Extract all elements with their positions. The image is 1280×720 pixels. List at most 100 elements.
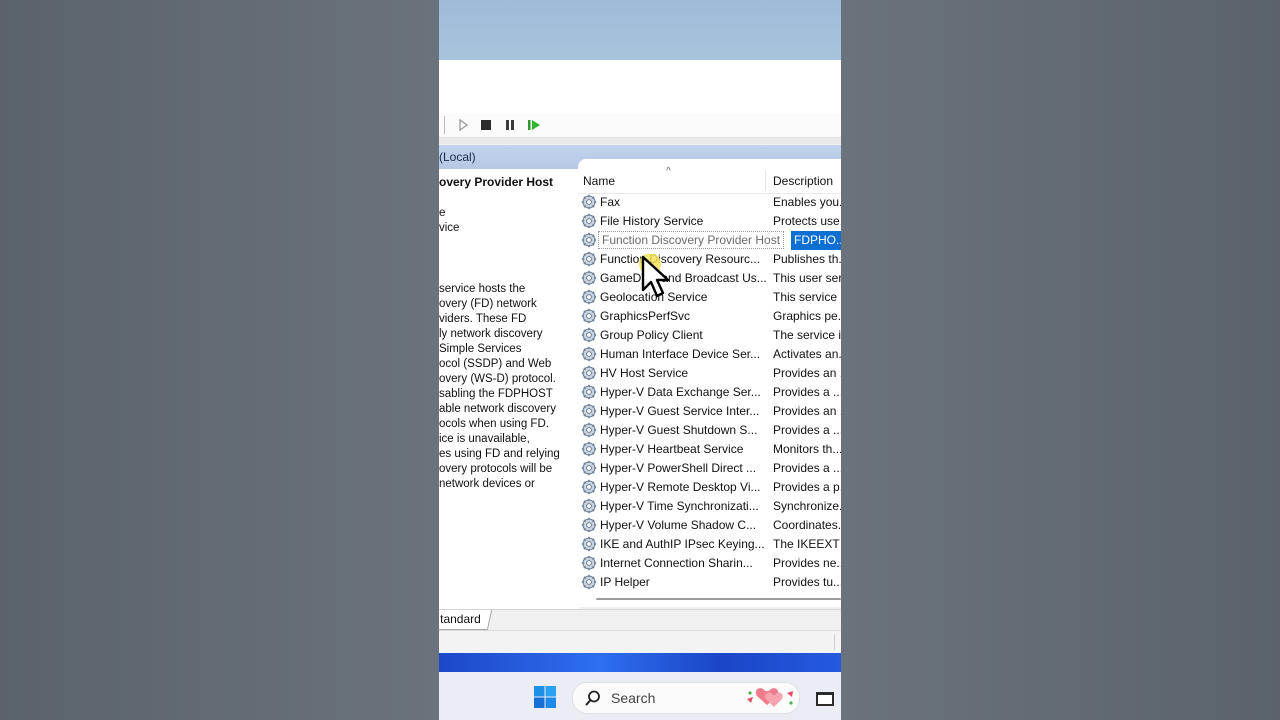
- horizontal-scrollbar[interactable]: [596, 598, 841, 602]
- service-row[interactable]: GameDVR and Broadcast Us... This user ser…: [578, 269, 841, 288]
- tab-standard[interactable]: tandard: [439, 610, 492, 630]
- service-row[interactable]: GraphicsPerfSvc Graphics pe...: [578, 307, 841, 326]
- service-gear-icon: [581, 308, 597, 324]
- service-description: This service ...: [773, 290, 841, 304]
- service-gear-icon: [581, 194, 597, 210]
- service-description: Provides a ...: [773, 423, 841, 437]
- service-row[interactable]: Hyper-V PowerShell Direct ... Provides a …: [578, 459, 841, 478]
- service-link-stop[interactable]: e: [439, 207, 445, 219]
- service-gear-icon: [581, 327, 597, 343]
- service-row[interactable]: Internet Connection Sharin... Provides ne…: [578, 554, 841, 573]
- service-gear-icon: [581, 460, 597, 476]
- service-gear-icon: [581, 498, 597, 514]
- service-description: Protects use...: [773, 214, 841, 228]
- service-name: Hyper-V Time Synchronizati...: [600, 499, 759, 513]
- play-disabled-icon[interactable]: [455, 117, 471, 133]
- mouse-cursor-icon: [639, 254, 670, 298]
- taskbar-search[interactable]: Search: [572, 682, 800, 714]
- service-name: Hyper-V Heartbeat Service: [600, 442, 744, 456]
- service-name: Group Policy Client: [600, 328, 703, 342]
- service-row[interactable]: Hyper-V Time Synchronizati... Synchronize…: [578, 497, 841, 516]
- service-description: FDPHO...: [791, 231, 841, 250]
- service-gear-icon: [581, 365, 597, 381]
- service-description: Provides an ...: [773, 366, 841, 380]
- service-name: Hyper-V Volume Shadow C...: [600, 518, 757, 532]
- service-gear-icon: [581, 517, 597, 533]
- service-gear-icon: [581, 403, 597, 419]
- service-description: This user ser...: [773, 271, 841, 285]
- column-header-row: ^ Name Description: [578, 166, 841, 194]
- toolbar-separator: [444, 116, 445, 134]
- service-row[interactable]: Hyper-V Volume Shadow C... Coordinates...: [578, 516, 841, 535]
- service-row[interactable]: Human Interface Device Ser... Activates a…: [578, 345, 841, 364]
- description-line: viders. These FD: [439, 313, 527, 325]
- background-right: [841, 0, 1280, 720]
- pause-icon[interactable]: [502, 117, 518, 133]
- stop-icon[interactable]: [478, 117, 494, 133]
- service-name: IP Helper: [600, 575, 650, 589]
- service-row[interactable]: Hyper-V Heartbeat Service Monitors th...: [578, 440, 841, 459]
- service-name: GraphicsPerfSvc: [600, 309, 691, 323]
- service-row[interactable]: Hyper-V Data Exchange Ser... Provides a .…: [578, 383, 841, 402]
- description-line: ice is unavailable,: [439, 433, 530, 445]
- service-gear-icon: [581, 213, 597, 229]
- service-gear-icon: [581, 555, 597, 571]
- extended-description-pane: overy Provider Host e vice service hosts…: [439, 169, 579, 609]
- service-gear-icon: [581, 232, 597, 248]
- column-header-name[interactable]: Name: [583, 174, 615, 188]
- service-name: Hyper-V Guest Shutdown S...: [600, 423, 758, 437]
- service-description: Provides a ...: [773, 385, 841, 399]
- service-row[interactable]: HV Host Service Provides an ...: [578, 364, 841, 383]
- service-row[interactable]: Hyper-V Guest Shutdown S... Provides a ..…: [578, 421, 841, 440]
- service-gear-icon: [581, 422, 597, 438]
- scrollbar-thumb[interactable]: [596, 598, 841, 600]
- service-description: Provides a p...: [773, 480, 841, 494]
- service-description: Provides ne...: [773, 556, 841, 570]
- service-row[interactable]: IP Helper Provides tu...: [578, 573, 841, 592]
- service-name: HV Host Service: [600, 366, 689, 380]
- service-row[interactable]: Hyper-V Remote Desktop Vi... Provides a p…: [578, 478, 841, 497]
- services-window-crop: (Local) overy Provider Host e vice servi…: [439, 0, 841, 720]
- service-gear-icon: [581, 251, 597, 267]
- description-line: Simple Services: [439, 343, 522, 355]
- service-row[interactable]: File History Service Protects use...: [578, 212, 841, 231]
- service-row[interactable]: Function Discovery Resourc... Publishes t…: [578, 250, 841, 269]
- service-row[interactable]: Fax Enables you...: [578, 193, 841, 212]
- service-description: Provides an ...: [773, 404, 841, 418]
- service-description: Enables you...: [773, 195, 841, 209]
- service-row[interactable]: Function Discovery Provider Host FDPHO...: [578, 231, 841, 250]
- service-description: Coordinates...: [773, 518, 841, 532]
- service-description: Publishes th...: [773, 252, 841, 266]
- service-name: Hyper-V Data Exchange Ser...: [600, 385, 761, 399]
- description-line: ocols when using FD.: [439, 418, 549, 430]
- status-bar: [439, 630, 841, 653]
- column-header-description[interactable]: Description: [773, 174, 833, 188]
- service-description: Activates an...: [773, 347, 841, 361]
- service-description: Provides a ...: [773, 461, 841, 475]
- service-description: Graphics pe...: [773, 309, 841, 323]
- description-line: overy protocols will be: [439, 463, 553, 475]
- sort-caret-icon: ^: [666, 166, 671, 177]
- service-description: The IKEEXT ...: [773, 537, 841, 551]
- service-description: Synchronize...: [773, 499, 841, 513]
- view-tabs: tandard: [439, 609, 841, 631]
- service-row[interactable]: Hyper-V Guest Service Inter... Provides a…: [578, 402, 841, 421]
- service-row[interactable]: Geolocation ServiceThis service ...: [578, 288, 841, 307]
- service-name: Function Discovery Provider Host: [598, 231, 785, 249]
- taskbar-app-icon[interactable]: [815, 691, 835, 707]
- windows-start-icon[interactable]: [533, 685, 557, 709]
- service-row[interactable]: Group Policy Client The service i...: [578, 326, 841, 345]
- service-gear-icon: [581, 346, 597, 362]
- service-gear-icon: [581, 270, 597, 286]
- service-row[interactable]: IKE and AuthIP IPsec Keying... The IKEEXT…: [578, 535, 841, 554]
- description-line: network devices or: [439, 478, 535, 490]
- services-list: ^ Name Description Fax Enables you... File…: [578, 159, 841, 607]
- service-link-restart[interactable]: vice: [439, 222, 459, 234]
- description-line: able network discovery: [439, 403, 556, 415]
- menu-area: [439, 60, 841, 114]
- column-divider[interactable]: [765, 171, 766, 191]
- service-name: Human Interface Device Ser...: [600, 347, 761, 361]
- console-header-title: (Local): [439, 150, 476, 164]
- restart-icon[interactable]: [526, 117, 542, 133]
- status-divider: [834, 634, 835, 650]
